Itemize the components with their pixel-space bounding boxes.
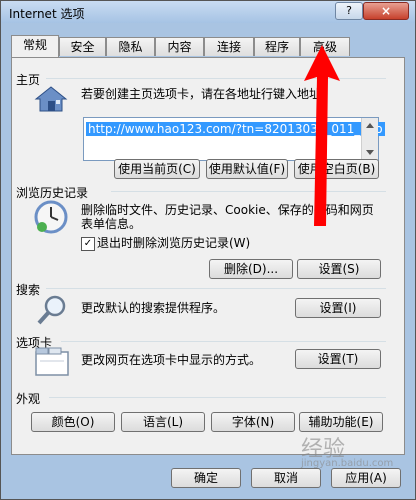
cancel-button[interactable]: 取消: [251, 468, 321, 488]
ok-button[interactable]: 确定: [171, 468, 241, 488]
url-scrollbar[interactable]: [361, 118, 378, 160]
tabs-description: 更改网页在选项卡中显示的方式。: [81, 353, 262, 367]
fonts-button[interactable]: 字体(N): [211, 412, 295, 432]
home-description: 若要创建主页选项卡，请在各地址行键入地址。: [81, 87, 333, 101]
tab-privacy[interactable]: 隐私: [106, 37, 155, 56]
divider: [61, 341, 386, 342]
languages-button[interactable]: 语言(L): [121, 412, 205, 432]
close-button[interactable]: ×: [363, 2, 409, 20]
window-title: Internet 选项: [9, 7, 85, 21]
tab-connections[interactable]: 连接: [204, 37, 254, 56]
history-clock-icon: [31, 197, 71, 237]
accessibility-button[interactable]: 辅助功能(E): [299, 412, 383, 432]
tab-general[interactable]: 常规: [11, 35, 59, 57]
search-description: 更改默认的搜索提供程序。: [81, 301, 226, 315]
internet-options-window: Internet 选项 ? × 常规 安全 隐私 内容 连接 程序 高级 主页 …: [0, 0, 416, 500]
watermark-url: jingyan.baidu.com: [301, 458, 394, 469]
tabbed-window-icon: [34, 347, 70, 377]
apply-button[interactable]: 应用(A): [331, 468, 401, 488]
colors-button[interactable]: 颜色(O): [31, 412, 115, 432]
delete-on-exit-label[interactable]: 退出时删除浏览历史记录(W): [97, 236, 250, 250]
tab-content[interactable]: 内容: [155, 37, 204, 56]
tab-security[interactable]: 安全: [59, 37, 106, 56]
red-arrow-annotation: [297, 41, 347, 231]
history-settings-button[interactable]: 设置(S): [297, 259, 381, 279]
search-settings-button[interactable]: 设置(I): [295, 298, 381, 318]
house-icon: [33, 85, 69, 113]
group-label-appearance: 外观: [16, 392, 41, 406]
delete-history-button[interactable]: 删除(D)...: [209, 259, 293, 279]
tabs-settings-button[interactable]: 设置(T): [295, 349, 381, 369]
history-description-line2: 表单信息。: [81, 217, 142, 231]
tab-programs[interactable]: 程序: [254, 37, 300, 56]
use-current-button[interactable]: 使用当前页(C): [114, 159, 200, 179]
use-default-button[interactable]: 使用默认值(F): [206, 159, 288, 179]
delete-on-exit-checkbox[interactable]: ✓: [81, 237, 95, 251]
divider: [49, 397, 386, 398]
magnifier-icon: [35, 293, 69, 327]
divider: [46, 288, 386, 289]
help-button[interactable]: ?: [335, 2, 363, 20]
title-bar[interactable]: Internet 选项 ? ×: [1, 1, 415, 23]
